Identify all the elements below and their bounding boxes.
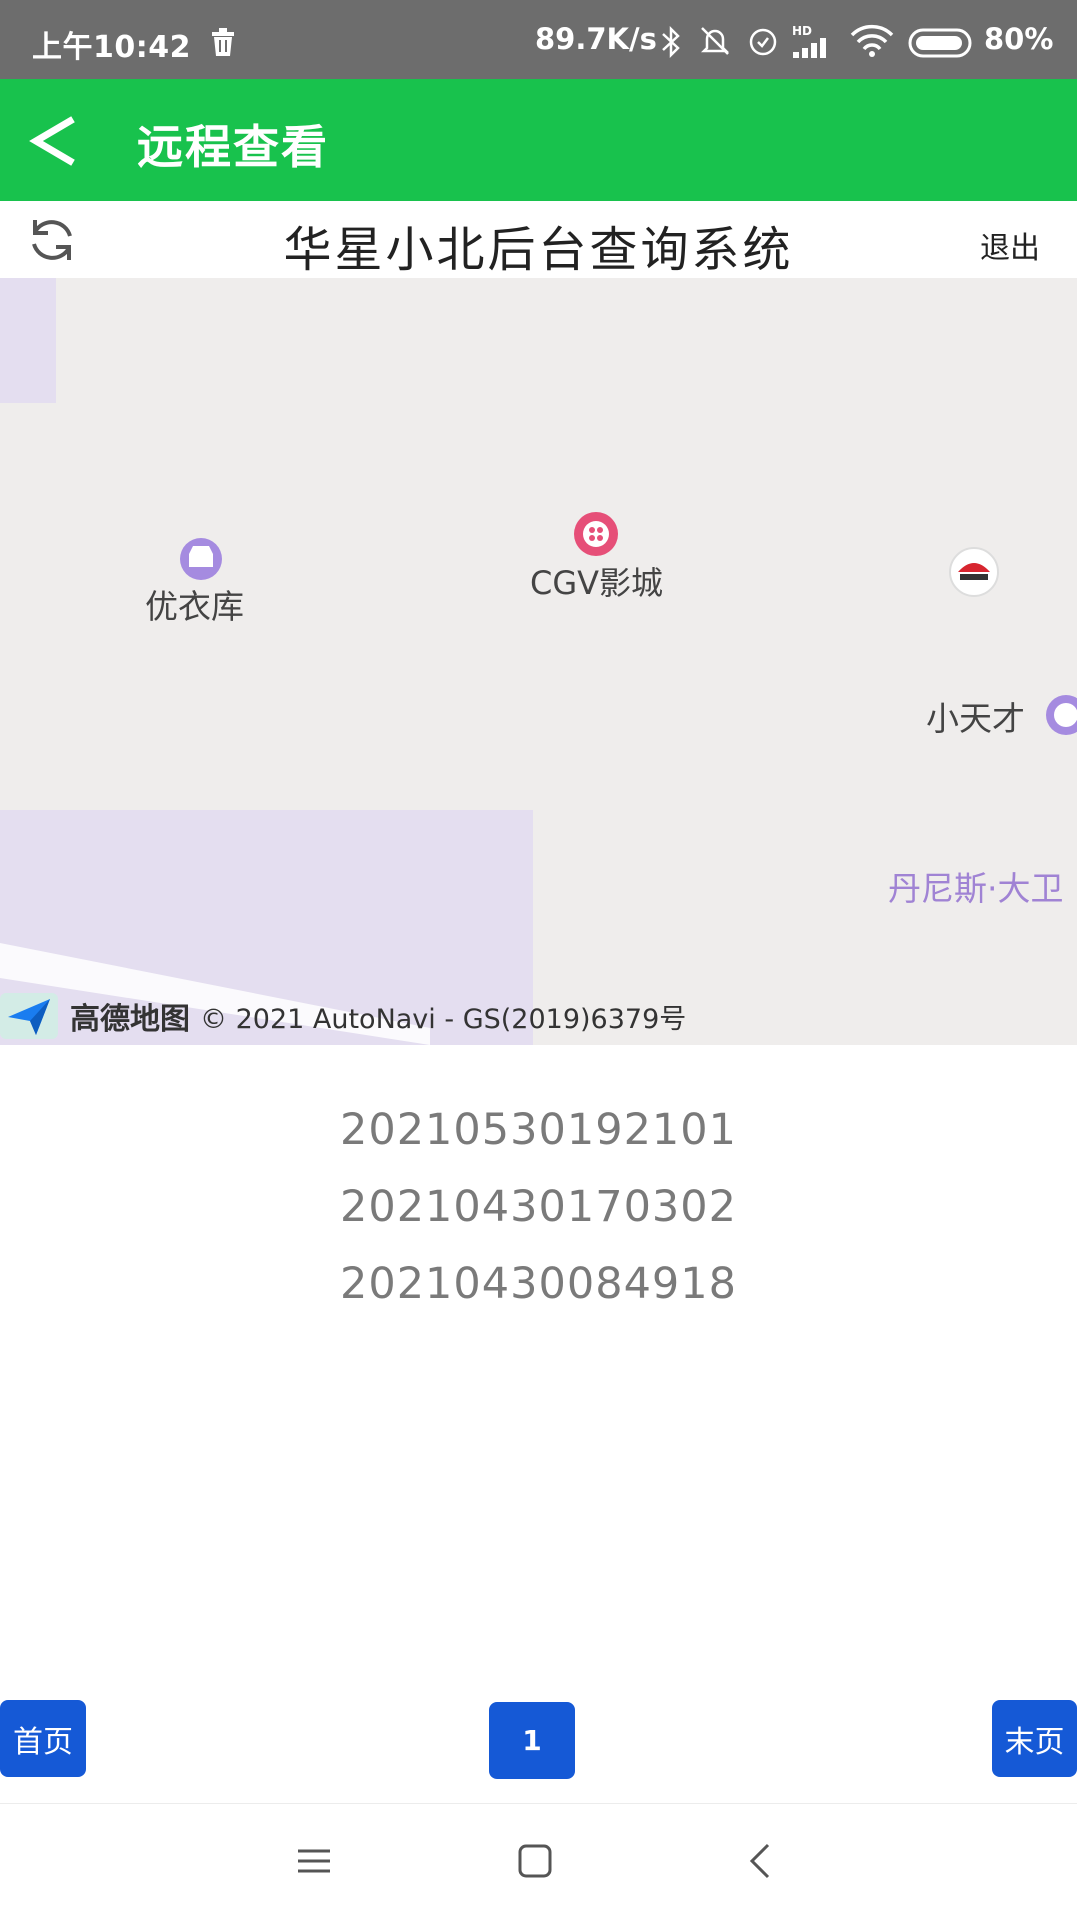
menu-icon[interactable] (292, 1839, 336, 1883)
wifi-icon (850, 24, 894, 57)
map-view[interactable]: 优衣库 CGV影城 小天才 丹尼斯·大卫 高德地图 © 2021 AutoNav… (0, 278, 1077, 1045)
network-speed: 89.7K/s (535, 22, 657, 56)
record-list: 20210530192101 20210430170302 2021043008… (0, 1100, 1077, 1331)
map-brand: 高德地图 (70, 1002, 190, 1037)
record-item[interactable]: 20210430170302 (0, 1177, 1077, 1254)
trash-icon (212, 28, 234, 56)
shop-poi-icon[interactable] (180, 538, 222, 580)
sub-header: 华星小北后台查询系统 退出 (0, 201, 1077, 278)
battery-level: 80% (984, 22, 1054, 56)
status-time: 上午10:42 (32, 30, 191, 65)
map-background (0, 278, 1077, 1045)
page-title: 远程查看 (137, 120, 329, 174)
bluetooth-icon (662, 25, 680, 59)
app-header: 远程查看 (0, 79, 1077, 201)
alarm-icon (749, 28, 777, 56)
battery-icon (908, 28, 972, 58)
home-icon[interactable] (513, 1839, 557, 1883)
map-attribution: 高德地图 © 2021 AutoNavi - GS(2019)6379号 (0, 987, 686, 1045)
system-nav-bar (0, 1803, 1077, 1917)
poi-label[interactable]: 优衣库 (145, 580, 244, 628)
map-copyright: © 2021 AutoNavi - GS(2019)6379号 (200, 1003, 687, 1035)
mute-bell-icon (700, 27, 730, 55)
current-page-button[interactable]: 1 (489, 1702, 575, 1779)
exit-button[interactable]: 退出 (980, 223, 1040, 267)
signal-icon (793, 38, 826, 58)
poi-label[interactable]: 小天才 (926, 692, 1025, 740)
amap-logo-icon (0, 993, 58, 1039)
nav-back-icon[interactable] (740, 1839, 784, 1883)
record-item[interactable]: 20210430084918 (0, 1254, 1077, 1331)
system-title: 华星小北后台查询系统 (283, 222, 794, 278)
first-page-button[interactable]: 首页 (0, 1700, 86, 1777)
poi-label[interactable]: CGV影城 (530, 558, 663, 604)
restaurant-poi-icon[interactable] (949, 547, 999, 597)
hd-label: HD (792, 24, 813, 38)
shop-poi-icon[interactable] (1046, 695, 1077, 735)
status-bar: 上午10:42 89.7K/s HD 80% (0, 0, 1077, 79)
record-item[interactable]: 20210530192101 (0, 1100, 1077, 1177)
back-arrow-icon[interactable] (28, 115, 80, 167)
cinema-poi-icon[interactable] (574, 512, 618, 556)
last-page-button[interactable]: 末页 (992, 1700, 1077, 1777)
poi-label[interactable]: 丹尼斯·大卫 (888, 862, 1064, 910)
